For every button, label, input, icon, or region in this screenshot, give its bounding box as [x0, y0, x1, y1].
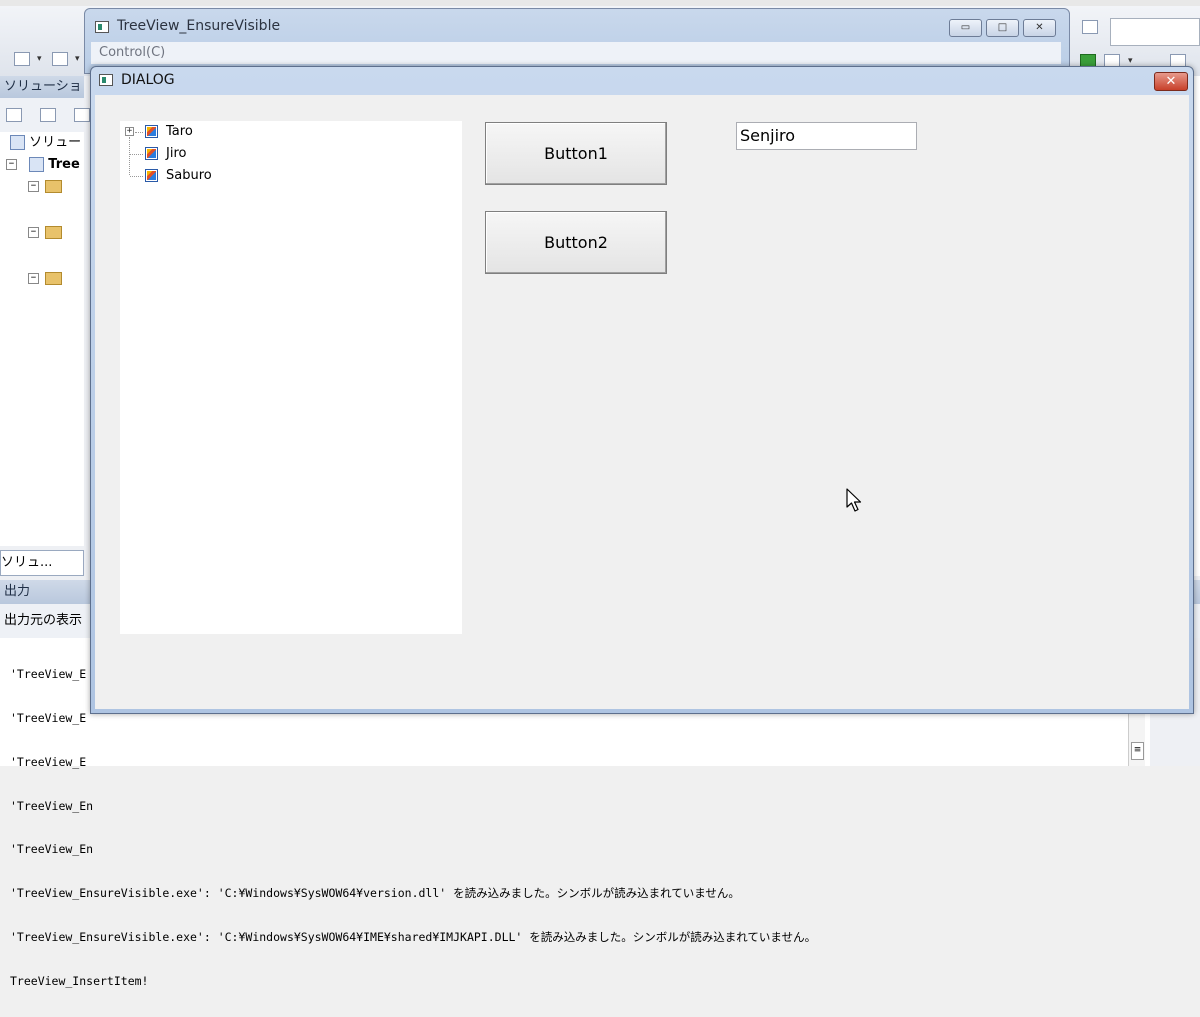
ide-search-input[interactable] — [1110, 18, 1200, 46]
tree-connector — [130, 176, 143, 177]
folder-icon — [45, 226, 62, 239]
dropdown-caret-icon[interactable]: ▾ — [75, 54, 80, 64]
dropdown-caret-icon[interactable]: ▾ — [37, 54, 42, 64]
refresh-icon[interactable] — [74, 108, 90, 122]
toolbar-icon[interactable] — [52, 52, 68, 66]
folder-item[interactable]: − — [28, 222, 62, 244]
show-all-files-icon[interactable] — [40, 108, 56, 122]
button1[interactable]: Button1 — [485, 122, 667, 185]
app-menubar: Control(C) — [91, 42, 1061, 64]
dialog-title: DIALOG — [121, 72, 175, 88]
dialog-window: DIALOG ✕ + Taro Jiro Saburo Button1 Butt… — [90, 66, 1194, 714]
minimize-button[interactable]: ▭ — [949, 19, 982, 37]
toolbar-icon[interactable] — [1082, 20, 1098, 34]
solution-explorer-toolbar — [0, 98, 90, 132]
folder-item[interactable]: − — [28, 176, 62, 198]
properties-icon[interactable] — [6, 108, 22, 122]
editor-edge — [1194, 76, 1200, 576]
output-line: 'TreeView_En — [10, 798, 94, 813]
tree-item-label: Saburo — [166, 168, 212, 183]
expand-icon[interactable]: + — [125, 127, 134, 136]
close-button[interactable]: ✕ — [1023, 19, 1056, 37]
output-line: TreeView_InsertItem! — [10, 973, 149, 988]
menu-control[interactable]: Control(C) — [99, 45, 165, 60]
app-window-title: TreeView_EnsureVisible — [117, 18, 281, 34]
tree-connector — [130, 154, 143, 155]
scroll-grip-icon[interactable]: ≡ — [1131, 742, 1144, 760]
solution-root-item[interactable]: ソリュー — [10, 132, 81, 154]
tree-connector — [135, 132, 143, 133]
folder-item[interactable]: − — [28, 268, 62, 290]
button2[interactable]: Button2 — [485, 211, 667, 274]
output-line: 'TreeView_EnsureVisible.exe': 'C:¥Window… — [10, 886, 740, 901]
folder-icon — [45, 272, 62, 285]
folder-icon — [45, 180, 62, 193]
app-window: TreeView_EnsureVisible ▭ □ ✕ Control(C) — [84, 8, 1070, 74]
tree-item-icon — [145, 125, 158, 138]
tree-view[interactable]: + Taro Jiro Saburo — [120, 121, 462, 634]
solution-explorer: ソリューショ ソリュー − Tree − − − ◀ — [0, 76, 90, 621]
project-label: Tree — [48, 157, 80, 172]
solution-explorer-header: ソリューショ — [0, 76, 84, 98]
dropdown-caret-icon[interactable]: ▾ — [1128, 56, 1133, 66]
collapse-icon[interactable]: − — [28, 227, 39, 238]
project-item[interactable]: − Tree — [6, 154, 80, 176]
edit-field[interactable]: Senjiro — [736, 122, 917, 150]
dialog-client-area: + Taro Jiro Saburo Button1 Button2 Senji… — [95, 95, 1189, 709]
toolbar-icon[interactable] — [14, 52, 30, 66]
output-line: 'TreeView_EnsureVisible.exe': 'C:¥Window… — [10, 929, 817, 944]
tree-item-icon — [145, 147, 158, 160]
tree-connector — [129, 137, 130, 175]
solution-icon — [10, 135, 25, 150]
tab-solution-explorer[interactable]: ソリュ... — [0, 550, 84, 576]
collapse-icon[interactable]: − — [28, 273, 39, 284]
project-icon — [29, 157, 45, 172]
maximize-button[interactable]: □ — [986, 19, 1019, 37]
app-window-icon — [95, 21, 109, 33]
tree-item-label: Jiro — [166, 146, 187, 161]
output-line: 'TreeView_En — [10, 842, 94, 857]
dialog-close-button[interactable]: ✕ — [1154, 72, 1188, 91]
dialog-icon — [99, 74, 113, 86]
collapse-icon[interactable]: − — [6, 159, 17, 170]
tree-item-icon — [145, 169, 158, 182]
solution-root-label: ソリュー — [29, 135, 82, 150]
output-line: 'TreeView_E — [10, 754, 87, 769]
collapse-icon[interactable]: − — [28, 181, 39, 192]
tree-item-label: Taro — [166, 124, 193, 139]
mouse-cursor-icon — [846, 488, 862, 512]
